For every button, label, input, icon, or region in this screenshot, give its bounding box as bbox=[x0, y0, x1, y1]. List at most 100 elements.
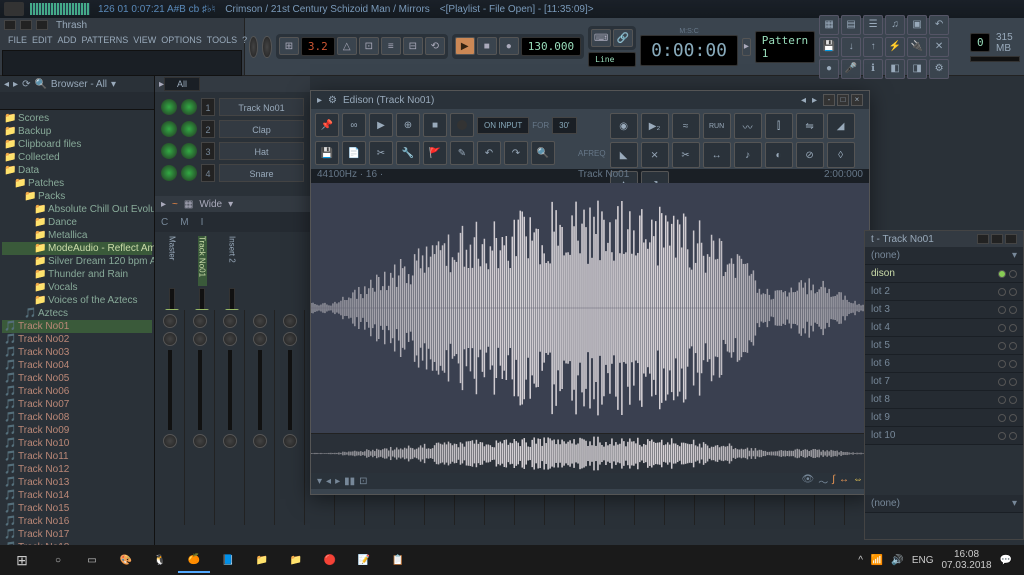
fx-led-icon[interactable] bbox=[998, 306, 1006, 314]
rack-play-icon[interactable]: ▸ bbox=[161, 199, 166, 210]
channel-number[interactable]: 4 bbox=[201, 164, 215, 182]
fx-slot[interactable]: lot 8 bbox=[865, 391, 1023, 409]
tool-view2-icon[interactable]: ◨ bbox=[907, 59, 927, 79]
tool-mic-icon[interactable]: 🎤 bbox=[841, 59, 861, 79]
channel-name[interactable]: Track No01 bbox=[219, 98, 304, 116]
tree-item[interactable]: 📁Collected bbox=[2, 151, 152, 164]
blend-button[interactable]: ⊟ bbox=[403, 37, 423, 55]
mixer-strip[interactable] bbox=[155, 310, 185, 525]
status-fit-icon[interactable]: ⇔ bbox=[853, 474, 863, 489]
taskbar-app4-icon[interactable]: 📋 bbox=[382, 547, 414, 573]
tree-item[interactable]: 🎵Track No13 bbox=[2, 476, 152, 489]
tree-item[interactable]: 🎵Track No08 bbox=[2, 411, 152, 424]
mixer-strip[interactable] bbox=[245, 310, 275, 525]
edison-duration[interactable]: 30' bbox=[552, 117, 576, 134]
tool-close-icon[interactable]: ✕ bbox=[929, 37, 949, 57]
edison-min-button[interactable]: - bbox=[823, 94, 835, 106]
waveform-overview[interactable] bbox=[311, 433, 869, 473]
tool-oneshot-icon[interactable]: ⚡ bbox=[885, 37, 905, 57]
tool-gear-icon[interactable]: ⚙ bbox=[929, 59, 949, 79]
status-sel-icon[interactable]: ▮▮ bbox=[344, 476, 355, 487]
mixer-strip[interactable] bbox=[185, 310, 215, 525]
tree-item[interactable]: 🎵Track No11 bbox=[2, 450, 152, 463]
start-button[interactable]: ⊞ bbox=[4, 547, 40, 573]
fx-mute-icon[interactable] bbox=[1009, 360, 1017, 368]
fx-led-icon[interactable] bbox=[998, 288, 1006, 296]
fx-slot[interactable]: lot 6 bbox=[865, 355, 1023, 373]
playlist-icon[interactable]: ▦ bbox=[819, 15, 839, 35]
status-left-icon[interactable]: ◂ bbox=[326, 476, 331, 487]
edison-stop-icon[interactable]: ■ bbox=[423, 113, 447, 137]
edison-pin-icon[interactable]: 📌 bbox=[315, 113, 339, 137]
edison-undo-icon[interactable]: ↶ bbox=[477, 141, 501, 165]
waveform-display[interactable] bbox=[311, 183, 869, 433]
browser-icon[interactable]: ▣ bbox=[907, 15, 927, 35]
fx-led-icon[interactable] bbox=[998, 324, 1006, 332]
channel-rack-icon[interactable]: ☰ bbox=[863, 15, 883, 35]
channel-vol-knob[interactable] bbox=[181, 165, 197, 181]
rack-filter[interactable]: All bbox=[164, 77, 200, 91]
fx-drum-icon[interactable]: ◐ bbox=[765, 142, 793, 168]
tree-item[interactable]: 🎵Aztecs bbox=[2, 307, 152, 320]
browser-refresh-icon[interactable]: ⟳ bbox=[22, 79, 30, 90]
fx-led-icon[interactable] bbox=[998, 414, 1006, 422]
fx-slot[interactable]: dison bbox=[865, 265, 1023, 283]
edison-fileop-icon[interactable]: 📄 bbox=[342, 141, 366, 165]
tray-up-icon[interactable]: ^ bbox=[858, 555, 863, 566]
link-icon[interactable]: 🔗 bbox=[613, 29, 633, 47]
browser-snap[interactable] bbox=[0, 92, 154, 110]
fx-mute-icon[interactable] bbox=[1009, 414, 1017, 422]
pat-song-toggle[interactable]: ⊞ bbox=[279, 37, 299, 55]
tree-item[interactable]: 🎵Track No06 bbox=[2, 385, 152, 398]
fx-led-icon[interactable] bbox=[998, 360, 1006, 368]
tree-item[interactable]: 📁Absolute Chill Out Evolution bbox=[2, 203, 152, 216]
fx-slot[interactable]: lot 10 bbox=[865, 427, 1023, 445]
snap-select[interactable]: Line bbox=[588, 52, 636, 67]
tree-item[interactable]: 📁Vocals bbox=[2, 281, 152, 294]
rack-swing-icon[interactable]: ~ bbox=[172, 199, 178, 210]
channel-vol-knob[interactable] bbox=[181, 121, 197, 137]
stop-button[interactable]: ■ bbox=[477, 37, 497, 55]
close-button[interactable] bbox=[36, 20, 48, 30]
tree-item[interactable]: 🎵Track No03 bbox=[2, 346, 152, 359]
menu-file[interactable]: FILE bbox=[6, 34, 29, 46]
browser-fwd-icon[interactable]: ▸ bbox=[13, 79, 18, 90]
tree-item[interactable]: 📁Scores bbox=[2, 112, 152, 125]
status-snap-icon[interactable]: ⊡ bbox=[359, 476, 367, 487]
tool-info-icon[interactable]: ℹ bbox=[863, 59, 883, 79]
tempo-display[interactable]: 130.000 bbox=[521, 37, 581, 56]
menu-view[interactable]: VIEW bbox=[131, 34, 158, 46]
fx-mute-icon[interactable] bbox=[1009, 306, 1017, 314]
rack-wide-label[interactable]: Wide bbox=[199, 199, 222, 210]
metronome-button[interactable]: △ bbox=[337, 37, 357, 55]
edison-tools-icon[interactable]: ✂ bbox=[369, 141, 393, 165]
typing-keyboard-button[interactable]: ⌨ bbox=[591, 29, 611, 47]
edison-menu-icon[interactable]: ▸ bbox=[317, 95, 322, 106]
menu-add[interactable]: ADD bbox=[56, 34, 79, 46]
tree-item[interactable]: 🎵Track No17 bbox=[2, 528, 152, 541]
fx-eq-icon[interactable]: 〰 bbox=[734, 113, 762, 139]
fx-dropdown-icon[interactable]: ▾ bbox=[1012, 498, 1017, 509]
channel-vol-knob[interactable] bbox=[181, 143, 197, 159]
tree-item[interactable]: 📁Thunder and Rain bbox=[2, 268, 152, 281]
edison-oninput[interactable]: ON INPUT bbox=[477, 117, 529, 134]
fx-close-button[interactable] bbox=[1005, 234, 1017, 244]
taskbar-app1-icon[interactable]: 🎨 bbox=[110, 547, 142, 573]
fx-mute-icon[interactable] bbox=[1009, 324, 1017, 332]
taskbar-opera-icon[interactable]: 🔴 bbox=[314, 547, 346, 573]
search-icon[interactable]: ○ bbox=[42, 547, 74, 573]
browser-dropdown-icon[interactable]: ▾ bbox=[111, 79, 116, 90]
fx-mute-icon[interactable] bbox=[1009, 288, 1017, 296]
pattern-prev-button[interactable]: ▸ bbox=[742, 38, 751, 56]
fx-slot[interactable]: lot 3 bbox=[865, 301, 1023, 319]
main-pitch-knob[interactable] bbox=[262, 36, 271, 58]
edison-gear-icon[interactable]: ⚙ bbox=[328, 95, 337, 106]
record-button[interactable]: ● bbox=[499, 37, 519, 55]
tool-render-icon[interactable]: ↓ bbox=[841, 37, 861, 57]
fx-trim-icon[interactable]: ✂ bbox=[672, 142, 700, 168]
channel-number[interactable]: 3 bbox=[201, 142, 215, 160]
channel-pan-knob[interactable] bbox=[161, 143, 177, 159]
channel-number[interactable]: 2 bbox=[201, 120, 215, 138]
tray-lang[interactable]: ENG bbox=[912, 555, 934, 566]
tree-item[interactable]: 📁Metallica bbox=[2, 229, 152, 242]
